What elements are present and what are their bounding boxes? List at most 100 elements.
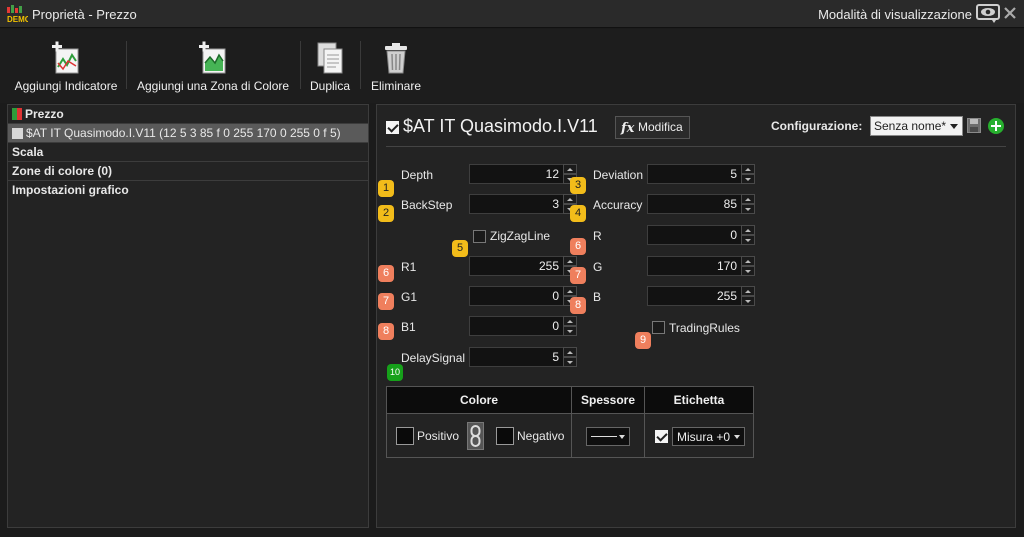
- thickness-select[interactable]: [586, 427, 630, 446]
- chevron-down-icon: [950, 124, 958, 129]
- r-decrement-button[interactable]: [741, 235, 755, 245]
- tree-item-price-label: Prezzo: [25, 107, 64, 121]
- indicator-square-icon: [12, 128, 23, 139]
- deviation-spinner[interactable]: [647, 164, 755, 184]
- negative-label: Negativo: [517, 429, 565, 443]
- negative-color-swatch[interactable]: [496, 427, 514, 445]
- r-label: R: [593, 229, 602, 243]
- duplicate-icon: [317, 42, 343, 74]
- b1-increment-button[interactable]: [563, 316, 577, 326]
- indicator-title: $AT IT Quasimodo.I.V11: [403, 116, 598, 136]
- r1-input[interactable]: [469, 256, 565, 276]
- modify-button[interactable]: fx Modifica: [615, 116, 690, 139]
- r1-increment-button[interactable]: [563, 256, 577, 266]
- accuracy-increment-button[interactable]: [741, 194, 755, 204]
- duplicate-button[interactable]: Duplica: [304, 29, 356, 103]
- b1-label: B1: [401, 320, 416, 334]
- delete-button[interactable]: Eliminare: [364, 29, 428, 103]
- g-decrement-button[interactable]: [741, 266, 755, 276]
- g1-label: G1: [401, 290, 418, 304]
- add-indicator-button[interactable]: Aggiungi Indicatore: [8, 29, 124, 103]
- r1-spinner[interactable]: [469, 256, 577, 276]
- callout-badge: 9: [635, 332, 651, 349]
- close-icon[interactable]: [1003, 6, 1017, 20]
- positive-label: Positivo: [417, 429, 460, 443]
- view-mode-eye-icon[interactable]: [976, 3, 1000, 25]
- save-config-icon[interactable]: [967, 118, 981, 133]
- add-indicator-label: Aggiungi Indicatore: [14, 79, 118, 93]
- chevron-down-icon: [734, 435, 740, 439]
- delay-signal-input[interactable]: [469, 347, 565, 367]
- window-title: Proprietà - Prezzo: [32, 7, 137, 22]
- b-spinner[interactable]: [647, 286, 755, 306]
- positive-color-swatch[interactable]: [396, 427, 414, 445]
- r-increment-button[interactable]: [741, 225, 755, 235]
- b-decrement-button[interactable]: [741, 296, 755, 306]
- tree-item-indicator[interactable]: $AT IT Quasimodo.I.V11 (12 5 3 85 f 0 25…: [8, 124, 368, 143]
- accuracy-spinner[interactable]: [647, 194, 755, 214]
- column-header-thickness: Spessore: [572, 387, 645, 413]
- backstep-increment-button[interactable]: [563, 194, 577, 204]
- r1-label: R1: [401, 260, 417, 274]
- delay-signal-spinner[interactable]: [469, 347, 577, 367]
- backstep-spinner[interactable]: [469, 194, 577, 214]
- backstep-input[interactable]: [469, 194, 565, 214]
- depth-increment-button[interactable]: [563, 164, 577, 174]
- configuration-select[interactable]: Senza nome*: [870, 116, 963, 136]
- delay-signal-decrement-button[interactable]: [563, 357, 577, 367]
- deviation-label: Deviation: [593, 168, 644, 182]
- chevron-down-icon: [619, 435, 625, 439]
- r-input[interactable]: [647, 225, 743, 245]
- depth-spinner[interactable]: [469, 164, 577, 184]
- modify-button-label: Modifica: [638, 120, 683, 134]
- deviation-decrement-button[interactable]: [741, 174, 755, 184]
- tree-item-scale[interactable]: Scala: [8, 143, 368, 162]
- g-increment-button[interactable]: [741, 256, 755, 266]
- delete-label: Eliminare: [370, 79, 421, 93]
- fx-icon: fx: [621, 121, 635, 136]
- trading-rules-checkbox[interactable]: [652, 321, 665, 334]
- accuracy-input[interactable]: [647, 194, 743, 214]
- trading-rules-label: TradingRules: [669, 321, 740, 335]
- callout-badge: 6: [378, 265, 394, 282]
- callout-badge: 7: [570, 267, 586, 284]
- view-mode-label[interactable]: Modalità di visualizzazione: [818, 7, 972, 22]
- callout-badge: 5: [452, 240, 468, 257]
- indicator-enabled-checkbox[interactable]: [386, 121, 399, 134]
- tree-item-price[interactable]: Prezzo: [8, 105, 368, 124]
- label-enabled-checkbox[interactable]: [655, 430, 668, 443]
- callout-badge: 6: [570, 238, 586, 255]
- toolbar-separator: [300, 41, 301, 89]
- b-increment-button[interactable]: [741, 286, 755, 296]
- delay-signal-increment-button[interactable]: [563, 347, 577, 357]
- add-indicator-icon: [52, 41, 79, 74]
- accuracy-decrement-button[interactable]: [741, 204, 755, 214]
- price-flag-icon: [12, 108, 22, 120]
- r-spinner[interactable]: [647, 225, 755, 245]
- link-colors-button[interactable]: [467, 422, 484, 450]
- deviation-input[interactable]: [647, 164, 743, 184]
- tree-item-chart-settings[interactable]: Impostazioni grafico: [8, 181, 368, 200]
- add-config-icon[interactable]: [988, 118, 1004, 134]
- b1-decrement-button[interactable]: [563, 326, 577, 336]
- line-style-table: Colore Spessore Etichetta Positivo Negat…: [386, 386, 754, 458]
- label-select[interactable]: Misura +0: [672, 427, 745, 446]
- g1-input[interactable]: [469, 286, 565, 306]
- title-bar: DEMO Proprietà - Prezzo Modalità di visu…: [0, 0, 1024, 28]
- g1-spinner[interactable]: [469, 286, 577, 306]
- callout-badge: 2: [378, 205, 394, 222]
- callout-badge: 8: [570, 297, 586, 314]
- depth-input[interactable]: [469, 164, 565, 184]
- g-input[interactable]: [647, 256, 743, 276]
- b1-input[interactable]: [469, 316, 565, 336]
- zigzagline-checkbox[interactable]: [473, 230, 486, 243]
- g1-increment-button[interactable]: [563, 286, 577, 296]
- label-cell: Misura +0: [645, 413, 753, 458]
- g-spinner[interactable]: [647, 256, 755, 276]
- properties-tree: Prezzo $AT IT Quasimodo.I.V11 (12 5 3 85…: [7, 104, 369, 528]
- deviation-increment-button[interactable]: [741, 164, 755, 174]
- tree-item-color-zones[interactable]: Zone di colore (0): [8, 162, 368, 181]
- add-color-zone-button[interactable]: Aggiungi una Zona di Colore: [132, 29, 294, 103]
- b-input[interactable]: [647, 286, 743, 306]
- b1-spinner[interactable]: [469, 316, 577, 336]
